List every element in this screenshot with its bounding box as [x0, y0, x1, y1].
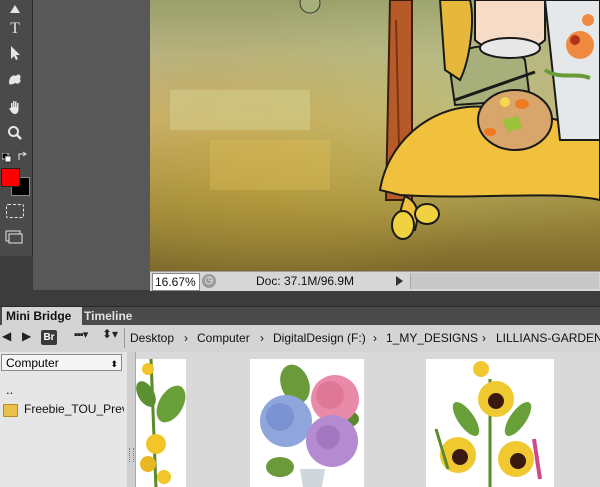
breadcrumb-separator-icon: › [373, 331, 377, 345]
document-canvas[interactable] [150, 0, 600, 271]
bridge-launch-button[interactable]: Br [41, 330, 57, 345]
zoom-level-field[interactable]: 16.67% [152, 273, 200, 291]
toolbar-divider [124, 328, 125, 348]
thumbnail-content-pane [136, 352, 600, 487]
breadcrumb-my-designs[interactable]: 1_MY_DESIGNS [386, 331, 478, 345]
status-menu-arrow-icon[interactable] [396, 276, 403, 286]
tools-panel: T [0, 0, 33, 256]
status-bar: 16.67% ◷ Doc: 37.1M/96.9M [150, 271, 600, 291]
breadcrumb-lillians-garden[interactable]: LILLIANS-GARDEN [496, 331, 600, 345]
parent-folder-item[interactable]: .. [6, 382, 13, 397]
breadcrumb-digitaldesign[interactable]: DigitalDesign (F:) [273, 331, 366, 345]
navigation-pane: Computer ⬍ .. Freebie_TOU_Preview [0, 352, 128, 487]
shape-icon [9, 74, 21, 85]
custom-shape-tool[interactable] [4, 68, 26, 90]
pane-splitter[interactable] [127, 352, 136, 487]
zoom-tool[interactable] [4, 122, 26, 144]
location-select-value: Computer [6, 356, 59, 370]
thumbnail-item[interactable] [426, 359, 554, 487]
type-icon: T [10, 20, 20, 37]
arrow-icon [11, 46, 20, 60]
breadcrumb-separator-icon: › [184, 331, 188, 345]
location-select[interactable]: Computer ⬍ [1, 354, 122, 371]
panel-tab-bar: Mini Bridge Timeline [0, 306, 600, 326]
status-info-icon[interactable]: ◷ [202, 274, 216, 288]
select-arrow-icon: ⬍ [110, 359, 118, 369]
swap-colors-icon[interactable] [17, 149, 28, 160]
tab-mini-bridge[interactable]: Mini Bridge [2, 307, 82, 326]
splitter-grip-icon [129, 448, 134, 462]
hand-icon [9, 101, 19, 114]
zoom-icon [8, 126, 22, 140]
forward-arrow-icon[interactable]: ▶ [22, 329, 31, 343]
sort-icon[interactable]: ⬍▾ [102, 327, 118, 341]
back-arrow-icon[interactable]: ◀ [2, 329, 11, 343]
thumbnail-image [260, 364, 359, 487]
screen-mode-icon[interactable] [5, 230, 23, 244]
breadcrumb-separator-icon: › [260, 331, 264, 345]
folder-item-label[interactable]: Freebie_TOU_Preview [24, 402, 124, 416]
artwork-illustration [170, 0, 600, 240]
horizontal-scrollbar[interactable] [410, 273, 599, 289]
dodge-icon [10, 5, 20, 13]
default-colors-icon[interactable] [1, 150, 12, 163]
breadcrumb-separator-icon: › [482, 331, 486, 345]
thumbnail-item[interactable] [250, 359, 364, 487]
thumbnail-image [136, 359, 186, 487]
quick-mask-icon[interactable] [6, 204, 24, 218]
breadcrumb-desktop[interactable]: Desktop [130, 331, 174, 345]
type-tool[interactable]: T [4, 18, 26, 40]
hand-tool[interactable] [4, 96, 26, 118]
path-select-tool[interactable] [4, 42, 26, 64]
thumbnail-image [434, 361, 542, 487]
tab-timeline[interactable]: Timeline [80, 307, 136, 326]
document-size-info: Doc: 37.1M/96.9M [256, 274, 355, 288]
folder-icon [3, 404, 18, 417]
dodge-tool[interactable] [4, 0, 26, 18]
foreground-color-swatch[interactable] [1, 168, 20, 187]
view-mode-icon[interactable]: ▪▪▪▾ [74, 328, 88, 341]
breadcrumb-computer[interactable]: Computer [197, 331, 250, 345]
mini-bridge-toolbar: ◀ ▶ Br ▪▪▪▾ ⬍▾ Desktop › Computer › Digi… [0, 325, 600, 353]
thumbnail-item[interactable] [136, 359, 186, 487]
